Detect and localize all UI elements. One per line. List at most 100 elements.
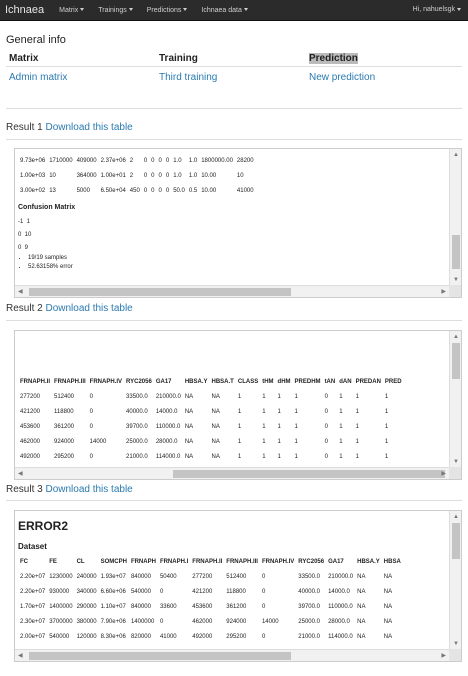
scroll-thumb[interactable]: [29, 288, 291, 296]
scroll-thumb[interactable]: [452, 235, 460, 269]
scroll-left-icon[interactable]: ◀: [18, 288, 23, 296]
scroll-up-icon[interactable]: ▲: [453, 151, 459, 159]
table-cell: 33500.0: [126, 393, 148, 400]
column-header[interactable]: HBSA.T: [210, 375, 236, 389]
table-cell: 0: [143, 187, 148, 194]
result-2-panel[interactable]: FRNAPH.II FRNAPH.III FRNAPH.IV RYC2056 GA17 H…: [14, 330, 462, 480]
vertical-scrollbar[interactable]: ▲ ▼: [449, 149, 461, 285]
user-menu[interactable]: Hi, nahuelsgk: [413, 6, 461, 13]
scroll-right-icon[interactable]: ▶: [441, 288, 446, 296]
column-header[interactable]: HBSA.Y: [183, 375, 210, 389]
table-cell: 0: [159, 588, 164, 595]
table-cell: 110000.0: [155, 423, 181, 430]
column-header[interactable]: PREDHM: [293, 375, 323, 389]
column-header[interactable]: HBSA.Y: [355, 555, 382, 569]
download-table-link[interactable]: Download this table: [45, 122, 132, 133]
column-header[interactable]: FRNAPH: [129, 555, 158, 569]
column-header[interactable]: GA17: [154, 375, 183, 389]
scroll-right-icon[interactable]: ▶: [441, 470, 446, 478]
download-table-link[interactable]: Download this table: [45, 303, 132, 314]
column-header[interactable]: FRNAPH.II: [18, 375, 52, 389]
scroll-thumb[interactable]: [452, 523, 460, 559]
admin-matrix-link[interactable]: Admin matrix: [6, 65, 156, 88]
section-divider: [6, 108, 462, 109]
table-cell: 1: [237, 438, 242, 445]
table-cell: 1: [355, 438, 359, 445]
table-row: 421200 118800 0 40000.0 14000.0 NA NA 1 1 1 1 0 1 1 1: [18, 404, 404, 419]
horizontal-scrollbar[interactable]: ◀ ▶: [15, 649, 449, 661]
column-header[interactable]: GA17: [326, 555, 355, 569]
table-cell: 118800: [226, 588, 246, 595]
table-cell: 0: [165, 187, 170, 194]
table-cell: NA: [357, 603, 366, 610]
column-header[interactable]: FC: [18, 555, 47, 569]
confusion-matrix-row: 0 9: [18, 245, 29, 251]
scroll-up-icon[interactable]: ▲: [453, 513, 459, 521]
general-info-table: Matrix Training Prediction Admin matrix …: [6, 52, 462, 88]
scroll-down-icon[interactable]: ▼: [453, 640, 459, 648]
column-header[interactable]: CLASS: [236, 375, 260, 389]
column-header[interactable]: CL: [75, 555, 99, 569]
horizontal-scrollbar[interactable]: ◀ ▶: [15, 285, 449, 297]
menu-predictions[interactable]: Predictions: [140, 7, 195, 14]
table-cell: 0: [261, 588, 266, 595]
menu-matrix[interactable]: Matrix: [52, 7, 91, 14]
scroll-down-icon[interactable]: ▼: [453, 276, 459, 284]
table-row: 1.70e+07 1400000 290000 1.10e+07 840000 33600…: [18, 599, 403, 614]
column-header[interactable]: RYC2056: [124, 375, 154, 389]
column-header[interactable]: FRNAPH.I: [158, 555, 190, 569]
column-header[interactable]: RYC2056: [296, 555, 326, 569]
scroll-thumb[interactable]: [29, 652, 291, 660]
third-training-link[interactable]: Third training: [156, 65, 306, 88]
brand-logo[interactable]: Ichnaea: [0, 4, 52, 16]
scroll-thumb[interactable]: [173, 470, 445, 478]
table-cell: 1.0: [173, 172, 182, 179]
column-header[interactable]: HBSA: [382, 555, 403, 569]
table-cell: 2.20e+07: [20, 573, 46, 580]
scroll-down-icon[interactable]: ▼: [453, 458, 459, 466]
table-cell: 1: [384, 438, 389, 445]
scroll-left-icon[interactable]: ◀: [18, 470, 23, 478]
download-table-link[interactable]: Download this table: [45, 484, 132, 495]
scroll-left-icon[interactable]: ◀: [18, 652, 23, 660]
table-cell: 1400000: [130, 618, 155, 625]
column-header[interactable]: dHM: [276, 375, 293, 389]
table-cell: NA: [357, 618, 366, 625]
table-cell: 1: [262, 408, 266, 415]
column-header[interactable]: tAN: [323, 375, 338, 389]
result-3-panel[interactable]: ERROR2 Dataset FC FE CL SOMCPH FRNAPH FRNAPH.…: [14, 510, 462, 662]
error-stat: 52.63158% error: [28, 264, 75, 273]
table-cell: 1400000: [49, 603, 73, 610]
column-header[interactable]: FRNAPH.IV: [260, 555, 296, 569]
vertical-scrollbar[interactable]: ▲ ▼: [449, 511, 461, 649]
scroll-thumb[interactable]: [452, 343, 460, 379]
table-cell: 0: [89, 393, 94, 400]
table-header-row: FC FE CL SOMCPH FRNAPH FRNAPH.I FRNAPH.II FRNAP…: [18, 555, 403, 569]
column-header[interactable]: FRNAPH.III: [52, 375, 88, 389]
table-cell: 25000.0: [298, 618, 320, 625]
result-1-panel[interactable]: 9.73e+06 1710000 409000 2.37e+06 2 0 0 0 0 1.0 1.0…: [14, 148, 462, 298]
vertical-scrollbar[interactable]: ▲ ▼: [449, 331, 461, 467]
scroll-up-icon[interactable]: ▲: [453, 333, 459, 341]
new-prediction-link[interactable]: New prediction: [306, 65, 462, 88]
scroll-right-icon[interactable]: ▶: [441, 652, 446, 660]
table-cell: 0: [89, 453, 94, 460]
table-row: 277200 512400 0 33500.0 210000.0 NA NA 1 1 1 1 0 1 1 1: [18, 389, 404, 404]
column-header[interactable]: FE: [47, 555, 74, 569]
table-row: 453600 361200 0 39700.0 110000.0 NA NA 1 1 1 1 0 1 1 1: [18, 419, 404, 434]
menu-ichnaea-data[interactable]: Ichnaea data: [194, 7, 254, 14]
column-header[interactable]: SOMCPH: [99, 555, 129, 569]
column-header[interactable]: FRNAPH.III: [224, 555, 260, 569]
horizontal-scrollbar[interactable]: ◀ ▶: [15, 467, 449, 479]
column-header[interactable]: FRNAPH.IV: [88, 375, 124, 389]
column-header[interactable]: PREDAN: [354, 375, 383, 389]
menu-trainings[interactable]: Trainings: [91, 7, 140, 14]
table-cell: 21000.0: [126, 453, 148, 460]
table-cell: 1.0: [188, 172, 198, 179]
table-cell: 1: [277, 408, 281, 415]
table-cell: 0: [261, 603, 266, 610]
column-header[interactable]: dAN: [337, 375, 353, 389]
column-header[interactable]: tHM: [260, 375, 275, 389]
column-header[interactable]: FRNAPH.II: [190, 555, 224, 569]
column-header[interactable]: PRED: [383, 375, 404, 389]
